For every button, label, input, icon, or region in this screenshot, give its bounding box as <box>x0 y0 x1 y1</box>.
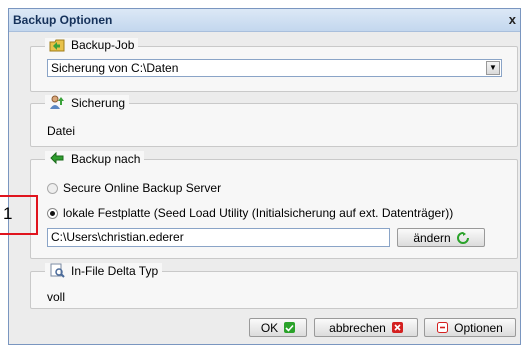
ok-button[interactable]: OK <box>249 318 307 337</box>
folder-arrow-icon <box>49 39 65 52</box>
option-local-disk[interactable]: lokale Festplatte (Seed Load Utility (In… <box>47 206 453 220</box>
backup-nach-label: Backup nach <box>71 151 141 166</box>
green-arrows-icon <box>50 151 64 165</box>
local-path-input[interactable]: C:\Users\christian.ederer <box>47 228 390 247</box>
delta-value: voll <box>47 290 66 304</box>
backup-job-label: Backup-Job <box>71 38 135 52</box>
backup-job-dropdown[interactable]: Sicherung von C:\Daten ▼ <box>47 59 502 77</box>
cross-icon <box>391 322 403 333</box>
backup-job-group: Backup-Job Sicherung von C:\Daten ▼ <box>30 38 518 92</box>
cancel-button[interactable]: abbrechen <box>314 318 418 337</box>
change-button-label: ändern <box>413 230 451 245</box>
sicherung-value: Datei <box>47 124 76 138</box>
backup-nach-legend: Backup nach <box>45 151 145 166</box>
delta-legend: In-File Delta Typ <box>45 263 163 278</box>
backup-job-legend: Backup-Job <box>45 38 139 52</box>
delta-group: In-File Delta Typ voll <box>30 263 518 309</box>
window-title: Backup Optionen <box>13 13 113 27</box>
ok-button-label: OK <box>260 320 279 335</box>
person-upload-icon <box>50 95 64 109</box>
cancel-button-label: abbrechen <box>329 320 386 335</box>
radio-online-server[interactable] <box>47 182 58 194</box>
sicherung-label: Sicherung <box>71 95 126 110</box>
change-button[interactable]: ändern <box>397 228 485 247</box>
options-button[interactable]: Optionen <box>424 318 516 337</box>
backup-nach-group: Backup nach Secure Online Backup Server … <box>30 151 518 259</box>
backup-options-dialog: Backup Optionen x Backup-Job Sicherung v… <box>8 8 521 345</box>
backup-job-selected: Sicherung von C:\Daten <box>51 61 179 75</box>
title-bar: Backup Optionen x <box>9 9 520 32</box>
document-magnifier-icon <box>50 263 65 278</box>
delta-label: In-File Delta Typ <box>71 263 159 278</box>
radio-local-disk[interactable] <box>47 207 58 219</box>
check-icon <box>284 322 296 333</box>
chevron-down-icon[interactable]: ▼ <box>486 61 500 75</box>
annotation-marker-number: 1 <box>3 204 13 223</box>
option-local-disk-label: lokale Festplatte (Seed Load Utility (In… <box>63 206 454 220</box>
options-button-label: Optionen <box>454 320 503 335</box>
option-online-server[interactable]: Secure Online Backup Server <box>47 181 221 195</box>
minus-icon <box>437 322 449 333</box>
refresh-icon <box>456 231 469 244</box>
sicherung-group: Sicherung Datei <box>30 95 518 147</box>
sicherung-legend: Sicherung <box>45 95 130 110</box>
close-icon[interactable]: x <box>509 12 516 27</box>
option-online-server-label: Secure Online Backup Server <box>63 181 222 195</box>
